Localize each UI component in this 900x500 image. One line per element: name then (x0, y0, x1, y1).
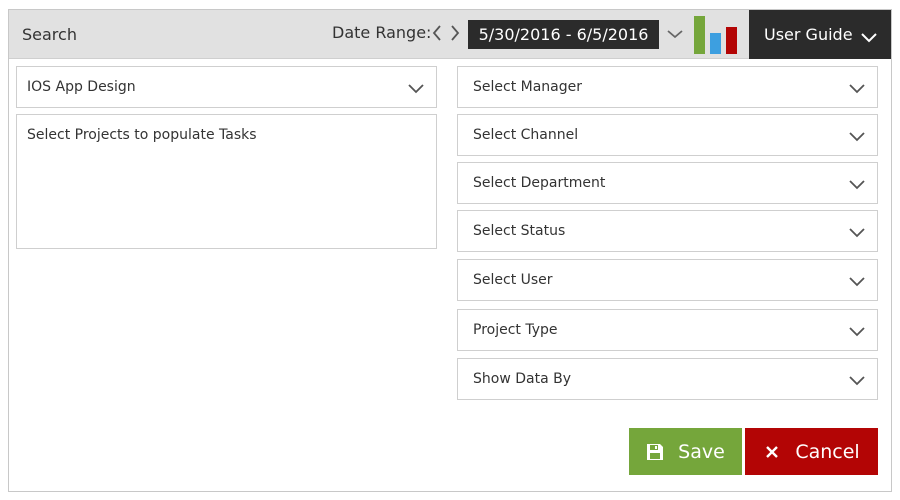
chart-icon-bar-red (726, 27, 737, 54)
status-select-label: Select Status (473, 223, 566, 239)
search-panel: Search Date Range: 5/30/2016 - 6/5/2016 … (8, 9, 892, 492)
date-range-field[interactable]: 5/30/2016 - 6/5/2016 (468, 20, 659, 49)
chevron-down-icon (848, 225, 866, 239)
user-guide-label: User Guide (764, 25, 853, 44)
bar-chart-icon[interactable] (694, 16, 739, 54)
save-button-label: Save (678, 440, 725, 463)
user-select[interactable]: Select User (457, 259, 878, 301)
user-guide-button[interactable]: User Guide (749, 10, 891, 59)
chevron-down-icon (848, 373, 866, 387)
chevron-right-icon[interactable] (448, 23, 462, 43)
chevron-down-icon (848, 324, 866, 338)
project-select[interactable]: IOS App Design (16, 66, 437, 108)
channel-select-label: Select Channel (473, 127, 579, 143)
chart-icon-bar-blue (710, 33, 721, 54)
close-icon (763, 443, 781, 461)
show-data-by-select[interactable]: Show Data By (457, 358, 878, 400)
manager-select-label: Select Manager (473, 79, 583, 95)
status-select[interactable]: Select Status (457, 210, 878, 252)
chevron-down-icon (861, 29, 877, 43)
department-select-label: Select Department (473, 175, 606, 191)
header-bar: Search Date Range: 5/30/2016 - 6/5/2016 … (9, 10, 891, 59)
save-button[interactable]: Save (629, 428, 742, 475)
cancel-button-label: Cancel (795, 440, 860, 463)
department-select[interactable]: Select Department (457, 162, 878, 204)
chevron-down-icon (848, 129, 866, 143)
cancel-button[interactable]: Cancel (745, 428, 878, 475)
date-range-label: Date Range: (332, 23, 432, 42)
panel-title: Search (22, 25, 77, 44)
tasks-list[interactable]: Select Projects to populate Tasks (16, 114, 437, 249)
chart-icon-bar-green (694, 16, 705, 54)
chevron-down-icon (848, 177, 866, 191)
project-type-select-label: Project Type (473, 322, 558, 338)
chevron-down-icon (407, 81, 425, 95)
show-data-by-select-label: Show Data By (473, 371, 571, 387)
channel-select[interactable]: Select Channel (457, 114, 878, 156)
user-select-label: Select User (473, 272, 553, 288)
chevron-down-icon (848, 274, 866, 288)
project-select-value: IOS App Design (27, 79, 136, 95)
tasks-placeholder: Select Projects to populate Tasks (27, 127, 257, 143)
manager-select[interactable]: Select Manager (457, 66, 878, 108)
chevron-down-icon[interactable] (666, 25, 684, 43)
chevron-left-icon[interactable] (430, 23, 444, 43)
floppy-disk-icon (646, 443, 664, 461)
chevron-down-icon (848, 81, 866, 95)
project-type-select[interactable]: Project Type (457, 309, 878, 351)
